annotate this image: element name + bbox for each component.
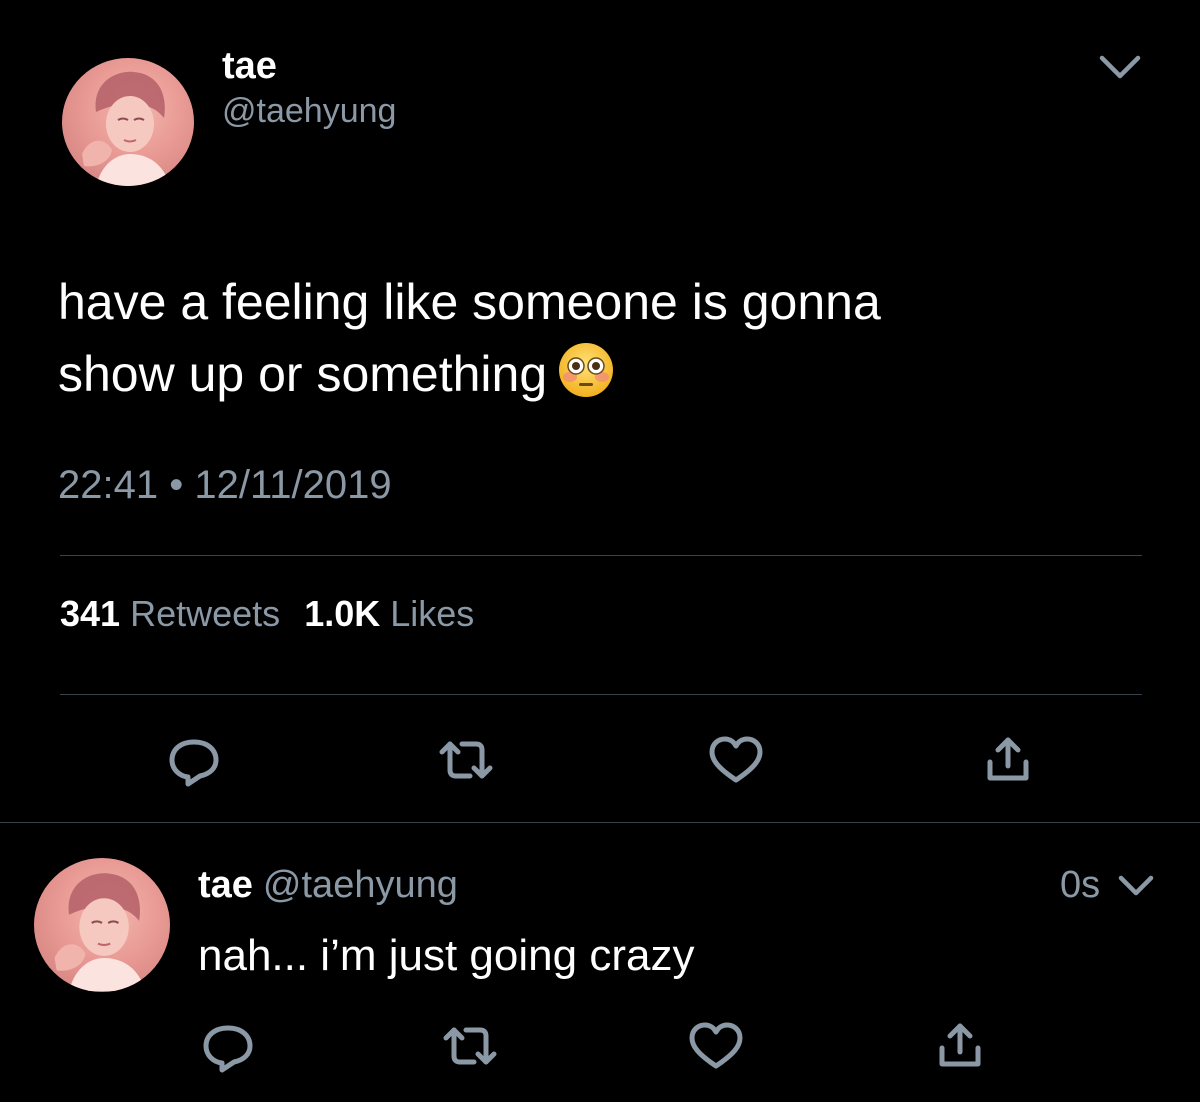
avatar[interactable] <box>34 858 170 992</box>
tweet-time: 22:41 <box>58 463 159 507</box>
tweet-text: have a feeling like someone is gonna sho… <box>58 266 1158 410</box>
like-icon[interactable] <box>706 732 766 788</box>
display-name[interactable]: tae <box>222 44 277 88</box>
like-label[interactable]: Likes <box>390 593 474 634</box>
like-icon[interactable] <box>686 1018 746 1074</box>
tweet-text-line-content: show up or something <box>58 346 548 402</box>
display-name[interactable]: tae <box>198 864 253 906</box>
reply-text: nah... i’m just going crazy <box>198 931 695 980</box>
retweet-count[interactable]: 341 <box>60 593 120 634</box>
engagement-stats: 341 Retweets 1.0K Likes <box>60 592 488 636</box>
flushed-face-emoji-icon <box>557 341 615 399</box>
relative-time[interactable]: 0s <box>1060 862 1100 908</box>
reply-icon[interactable] <box>198 1018 258 1074</box>
user-handle[interactable]: @taehyung <box>222 90 396 132</box>
share-icon[interactable] <box>930 1018 990 1074</box>
share-icon[interactable] <box>978 732 1038 788</box>
retweet-icon[interactable] <box>440 1018 500 1074</box>
like-count[interactable]: 1.0K <box>304 593 380 634</box>
avatar-image <box>54 873 146 991</box>
tweet-text-line: have a feeling like someone is gonna <box>58 274 881 330</box>
tweet-timestamp[interactable]: 22:41 • 12/11/2019 <box>58 460 392 510</box>
divider <box>60 694 1142 695</box>
retweet-label[interactable]: Retweets <box>130 593 280 634</box>
timestamp-separator: • <box>169 463 184 507</box>
retweet-icon[interactable] <box>436 732 496 788</box>
chevron-down-icon[interactable] <box>1116 872 1156 900</box>
tweet-date: 12/11/2019 <box>194 463 392 507</box>
avatar-image <box>82 71 170 186</box>
chevron-down-icon[interactable] <box>1096 50 1144 84</box>
reply-header: tae @taehyung <box>198 862 458 908</box>
avatar[interactable] <box>62 58 194 186</box>
divider <box>60 555 1142 556</box>
tweet-text-line: show up or something <box>58 338 1158 410</box>
reply-icon[interactable] <box>164 732 224 788</box>
thread-separator <box>0 822 1200 823</box>
user-handle[interactable]: @taehyung <box>263 864 458 906</box>
